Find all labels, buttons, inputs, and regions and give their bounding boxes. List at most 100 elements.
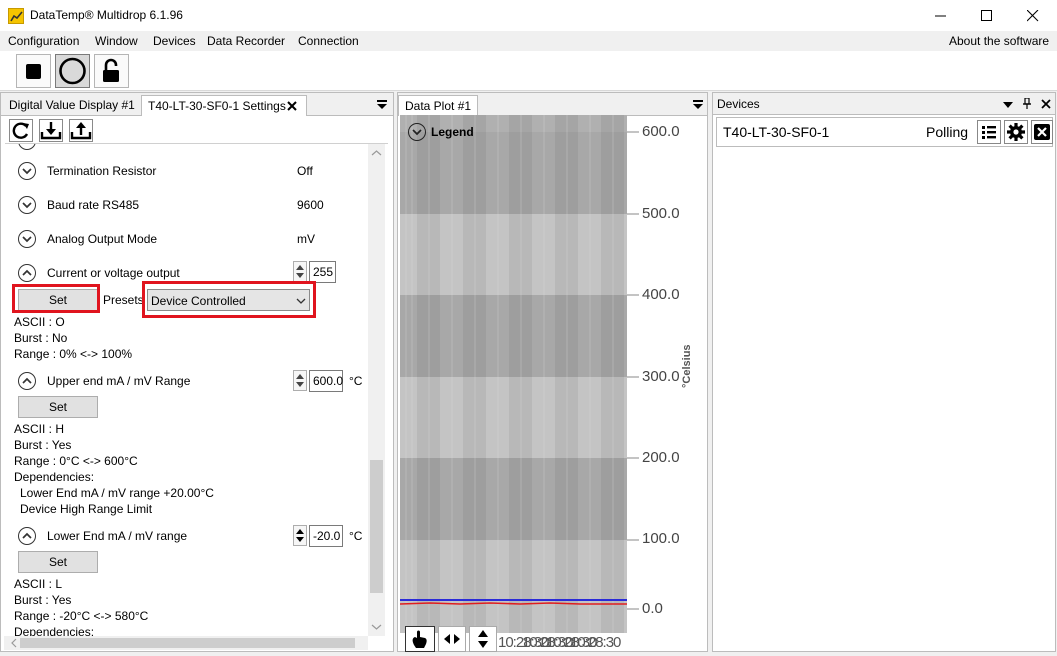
tab-settings[interactable]: T40-LT-30-SF0-1 Settings [141,95,307,116]
plot-pan-button[interactable] [405,626,435,652]
device-remove-button[interactable] [1031,120,1053,144]
record-button[interactable] [55,54,90,88]
maximize-icon [981,10,992,21]
device-details-button[interactable] [977,120,1001,144]
upper-end-field[interactable]: 600.0 [309,370,343,392]
panel-menu-icon[interactable] [377,100,387,110]
y-tick-label: 0.0 [642,600,663,617]
plot-area[interactable] [400,115,627,633]
y-tick-label: 400.0 [642,286,680,303]
expand-chevron-icon[interactable] [18,196,36,214]
minimize-icon [935,15,946,17]
expand-chevron-icon[interactable] [18,144,36,150]
pin-icon[interactable] [1022,98,1032,110]
expand-chevron-icon[interactable] [18,162,36,180]
collapse-chevron-icon[interactable] [18,264,36,282]
close-panel-icon[interactable] [1041,99,1051,109]
dependency-item: Device High Range Limit [20,502,153,516]
arrows-horizontal-icon [444,634,460,644]
gear-icon [1007,123,1025,141]
close-tab-icon[interactable] [287,101,297,111]
minimize-button[interactable] [918,0,964,31]
current-output-spinner[interactable] [293,261,307,282]
menu-devices[interactable]: Devices [153,34,196,48]
highlight-box [12,284,100,313]
device-status: Polling [926,124,969,140]
menu-bar: Configuration Window Devices Data Record… [0,31,1057,51]
info-dependencies: Dependencies: [14,470,95,484]
info-range: Range : 0°C <-> 600°C [14,454,138,468]
settings-hscrollbar[interactable] [4,636,368,650]
device-name: T40-LT-30-SF0-1 [723,124,830,140]
menu-window[interactable]: Window [95,34,138,48]
setting-label: Termination Resistor [47,164,157,178]
legend-label: Legend [431,125,474,139]
panel-menu-icon[interactable] [693,100,703,110]
unlock-padlock-icon [103,58,119,82]
device-settings-button[interactable] [1004,120,1028,144]
setting-label: Lower End mA / mV range [47,529,188,543]
window-title: DataTemp® Multidrop 6.1.96 [30,8,183,22]
stop-button[interactable] [16,54,51,88]
left-tabstrip: Digital Value Display #1 T40-LT-30-SF0-1… [1,93,393,116]
menu-configuration[interactable]: Configuration [8,34,79,48]
series-red-line [400,602,627,605]
y-tick-label: 300.0 [642,368,680,385]
lock-button[interactable] [94,54,129,88]
info-burst: Burst : Yes [14,438,72,452]
expand-chevron-icon[interactable] [18,230,36,248]
y-tick-label: 100.0 [642,530,680,547]
scroll-down-icon[interactable] [368,621,385,633]
plot-vertical-zoom-button[interactable] [469,626,497,652]
legend-toggle[interactable]: Legend [406,121,476,141]
current-output-info: ASCII : O Burst : No Range : 0% <-> 100% [14,314,132,362]
setting-label: Analog Output Mode [47,232,158,246]
highlight-box [142,281,316,318]
setting-label: Baud rate RS485 [47,198,140,212]
hand-pointer-icon [412,630,427,648]
scroll-up-icon[interactable] [368,147,385,159]
collapse-chevron-icon[interactable] [18,527,36,545]
info-burst: Burst : No [14,331,68,345]
upper-end-spinner[interactable] [293,370,307,391]
scroll-left-icon[interactable] [8,636,20,650]
tab-digital-value-display[interactable]: Digital Value Display #1 [3,95,141,116]
devices-panel: Devices T40-LT-30-SF0-1 Polling [712,92,1056,652]
lower-end-spinner[interactable] [293,525,307,546]
arrows-vertical-icon [478,630,488,648]
y-tick-label: 500.0 [642,205,680,222]
hscroll-thumb[interactable] [20,638,355,648]
setting-label: Upper end mA / mV Range [47,374,191,388]
menu-data-recorder[interactable]: Data Recorder [207,34,285,48]
plot-horizontal-zoom-button[interactable] [438,626,466,652]
tab-label: Data Plot #1 [405,99,472,113]
title-bar: DataTemp® Multidrop 6.1.96 [0,0,1057,31]
refresh-icon [12,122,29,139]
refresh-button[interactable] [9,119,33,142]
menu-connection[interactable]: Connection [298,34,359,48]
set-upper-end-button[interactable]: Set [18,396,98,418]
menu-about[interactable]: About the software [949,34,1049,48]
dependency-item: Lower End mA / mV range +20.00°C [20,486,214,500]
upload-button[interactable] [69,119,93,142]
devices-title: Devices [717,97,760,111]
dropdown-arrow-icon[interactable] [1003,100,1013,110]
maximize-button[interactable] [964,0,1010,31]
device-row[interactable]: T40-LT-30-SF0-1 Polling [716,117,1053,147]
info-range: Range : -20°C <-> 580°C [14,609,149,623]
x-axis-labels: 10:28:30 10:28:30 10:28:30 10:28:30 [498,634,633,652]
tab-label: Digital Value Display #1 [9,98,135,112]
set-lower-end-button[interactable]: Set [18,551,98,573]
info-ascii: ASCII : L [14,577,63,591]
lower-end-field[interactable]: -20.0 [309,525,343,547]
toolbar [0,51,1057,91]
collapse-chevron-icon[interactable] [18,372,36,390]
current-output-field[interactable]: 255 [309,261,336,283]
scroll-thumb[interactable] [370,460,383,593]
close-box-icon [1034,124,1050,140]
settings-scrollbar[interactable] [368,144,385,636]
download-tray-icon [40,122,62,140]
download-button[interactable] [39,119,63,142]
close-window-button[interactable] [1010,0,1056,31]
tab-data-plot[interactable]: Data Plot #1 [398,95,479,116]
